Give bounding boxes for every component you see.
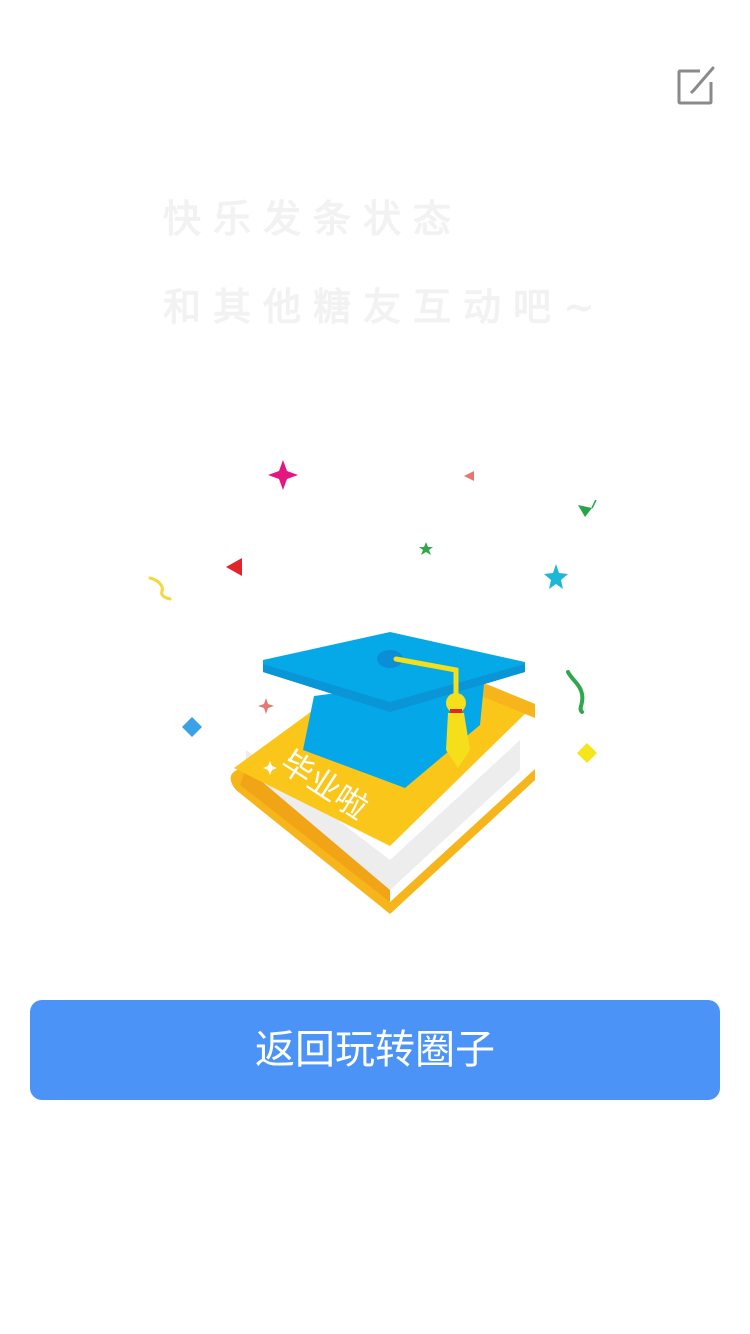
empty-hint-line1: 快乐发条状态 (163, 196, 464, 241)
graduation-illustration: 毕业啦 (148, 460, 597, 914)
return-to-circle-button[interactable]: 返回玩转圈子 (30, 1000, 720, 1100)
edit-icon[interactable] (672, 62, 720, 110)
empty-hint-line2: 和其他糖友互动吧~ (163, 284, 607, 329)
